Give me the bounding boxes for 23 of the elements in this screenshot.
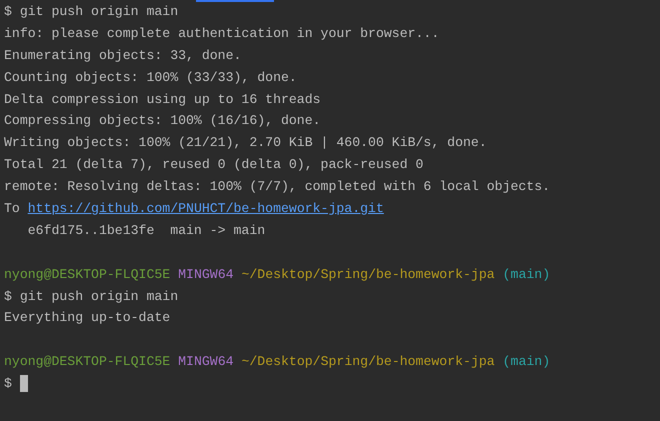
output-line: remote: Resolving deltas: 100% (7/7), completed with 6 local objects.: [4, 179, 550, 194]
output-line: info: please complete authentication in your browser...: [4, 26, 440, 41]
output-line: Enumerating objects: 33, done.: [4, 48, 242, 63]
prompt-user-host: nyong@DESKTOP-FLQIC5E: [4, 354, 170, 370]
prompt-system: MINGW64: [178, 354, 234, 370]
command-line: $ git push origin main: [4, 4, 178, 19]
prompt-path: ~/Desktop/Spring/be-homework-jpa: [241, 266, 495, 282]
prompt-user-host: nyong@DESKTOP-FLQIC5E: [4, 266, 170, 282]
output-line: Delta compression using up to 16 threads: [4, 92, 321, 107]
prompt-symbol: $: [4, 376, 12, 392]
output-line: Writing objects: 100% (21/21), 2.70 KiB | 460.00 KiB/s, done.: [4, 135, 487, 150]
output-text: To: [4, 201, 20, 216]
command-line: $ git push origin main: [4, 288, 178, 304]
output-line: Total 21 (delta 7), reused 0 (delta 0), pack-reused 0: [4, 157, 424, 172]
prompt-branch: (main): [502, 266, 550, 282]
output-line: Compressing objects: 100% (16/16), done.: [4, 113, 321, 128]
repository-link[interactable]: https://github.com/PNUHCT/be-homework-jpa.git: [28, 201, 384, 216]
output-line: e6fd175..1be13fe main -> main: [26, 222, 266, 238]
output-line: Everything up-to-date: [4, 310, 170, 326]
output-line: Counting objects: 100% (33/33), done.: [4, 70, 297, 85]
prompt-branch: (main): [502, 354, 550, 370]
prompt-path: ~/Desktop/Spring/be-homework-jpa: [241, 354, 495, 370]
prompt-system: MINGW64: [178, 266, 234, 282]
